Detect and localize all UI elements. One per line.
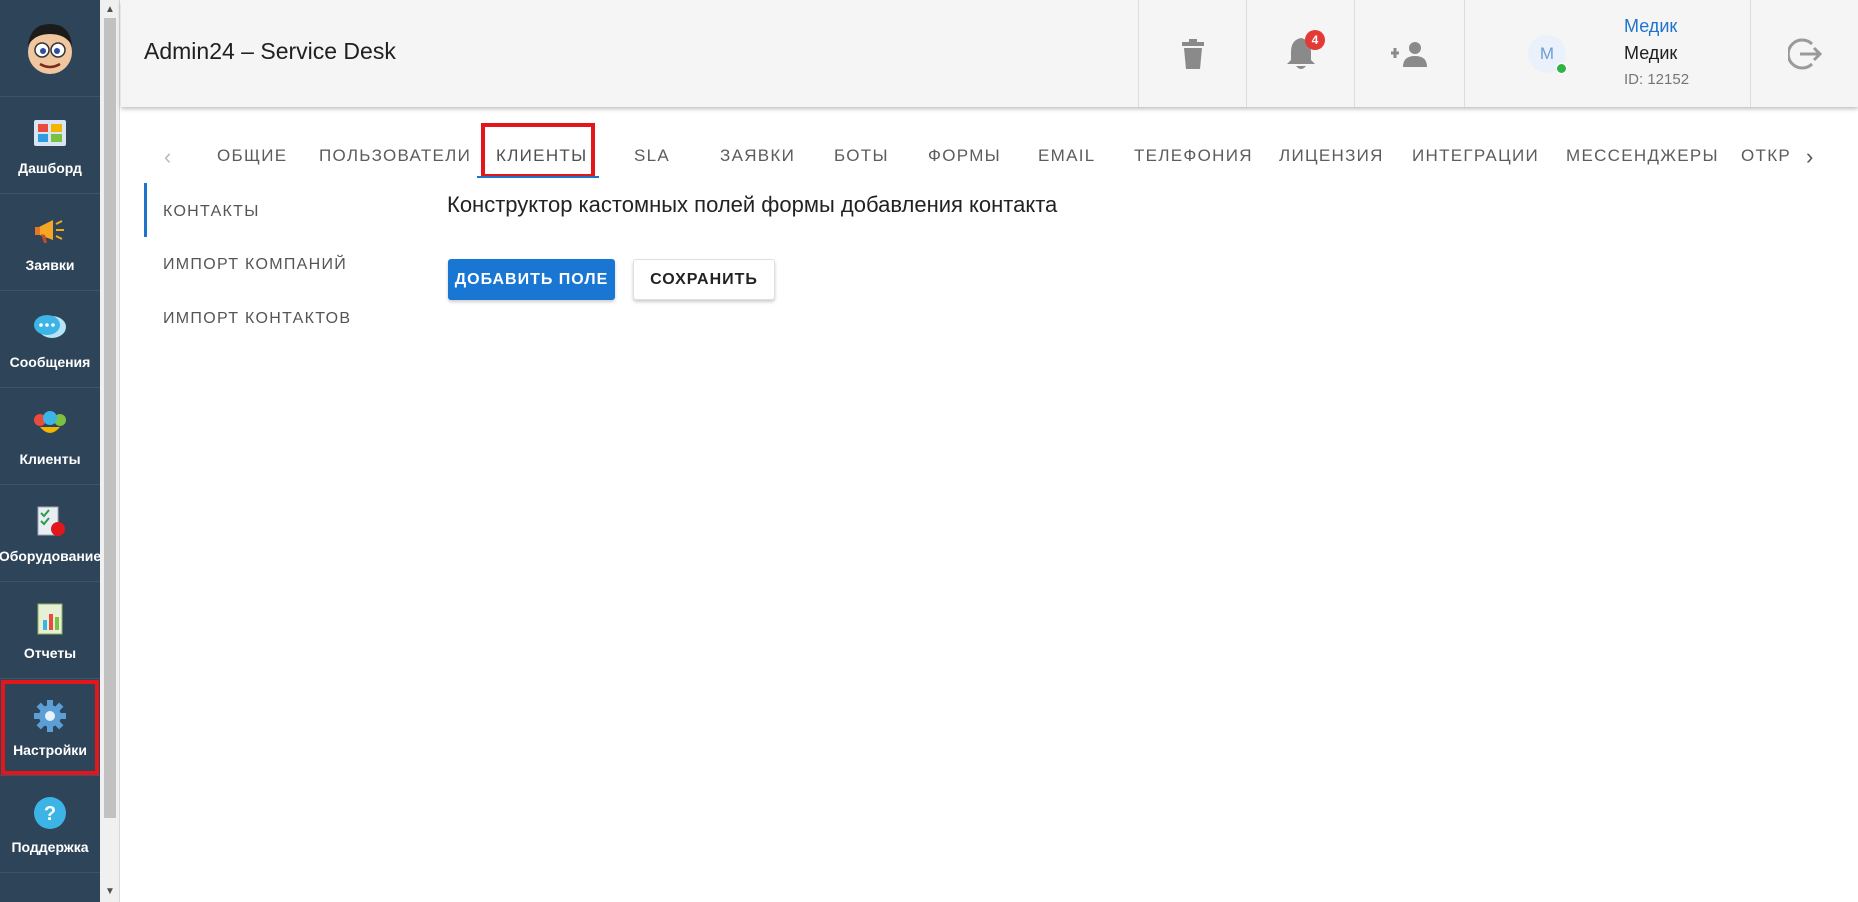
logout-icon <box>1788 38 1822 69</box>
tabs-scroll-right-icon[interactable]: › <box>1806 144 1813 170</box>
top-header: Admin24 – Service Desk 4 M Медик Медик I… <box>121 0 1858 107</box>
sidebar-item-clients[interactable]: Клиенты <box>0 388 100 485</box>
sidebar-item-support[interactable]: ? Поддержка <box>0 776 100 873</box>
gear-icon <box>30 696 70 736</box>
tab-requests[interactable]: ЗАЯВКИ <box>720 140 795 172</box>
cartoon-face-icon <box>28 24 72 74</box>
clients-icon <box>30 405 70 445</box>
scroll-down-icon[interactable]: ▼ <box>100 884 120 900</box>
scroll-up-icon[interactable]: ▲ <box>100 2 120 18</box>
reports-icon <box>30 599 70 639</box>
subnav-active-indicator <box>144 183 147 237</box>
app-title: Admin24 – Service Desk <box>144 38 396 64</box>
subnav-item-import-contacts[interactable]: ИМПОРТ КОНТАКТОВ <box>163 310 351 328</box>
dashboard-icon <box>30 114 70 154</box>
user-profile[interactable]: M Медик Медик ID: 12152 <box>1464 0 1751 107</box>
tab-messengers[interactable]: МЕССЕНДЖЕРЫ <box>1566 140 1719 172</box>
subnav-item-contacts[interactable]: КОНТАКТЫ <box>163 203 260 221</box>
tab-users[interactable]: ПОЛЬЗОВАТЕЛИ <box>319 140 471 172</box>
online-status-indicator <box>1556 63 1567 74</box>
add-user-button[interactable] <box>1354 0 1465 107</box>
trash-icon <box>1182 38 1204 69</box>
tab-forms[interactable]: ФОРМЫ <box>928 140 1001 172</box>
equipment-icon <box>30 502 70 542</box>
sidebar-item-messages[interactable]: Сообщения <box>0 291 100 388</box>
trash-button[interactable] <box>1138 0 1247 107</box>
sidebar: Дашборд Заявки Сообщения Клиенты Оборудо… <box>0 0 102 902</box>
subnav-item-import-companies[interactable]: ИМПОРТ КОМПАНИЙ <box>163 256 347 274</box>
user-name: Медик <box>1624 43 1678 63</box>
sidebar-item-label: Настройки <box>13 742 87 758</box>
tab-more[interactable]: ОТКР <box>1741 140 1791 172</box>
tab-sla[interactable]: SLA <box>634 140 670 172</box>
active-tab-indicator <box>477 176 599 178</box>
sidebar-item-label: Поддержка <box>11 839 89 855</box>
sidebar-item-label: Сообщения <box>9 354 91 370</box>
tab-telephony[interactable]: ТЕЛЕФОНИЯ <box>1134 140 1253 172</box>
sidebar-item-settings[interactable]: Настройки <box>0 679 100 776</box>
tabs-scroll-left-icon[interactable]: ‹ <box>164 144 171 170</box>
sidebar-item-label: Дашборд <box>18 160 82 176</box>
sidebar-item-label: Оборудование <box>0 548 102 564</box>
add-field-button[interactable]: ДОБАВИТЬ ПОЛЕ <box>448 259 615 300</box>
tab-highlight-frame <box>481 123 595 178</box>
sidebar-item-label: Отчеты <box>23 645 77 661</box>
sidebar-scrollbar[interactable]: ▲ ▼ <box>100 0 120 902</box>
notification-badge: 4 <box>1305 30 1325 50</box>
sidebar-item-equipment[interactable]: Оборудование <box>0 485 102 582</box>
sidebar-item-dashboard[interactable]: Дашборд <box>0 97 100 194</box>
tab-bots[interactable]: БОТЫ <box>834 140 889 172</box>
page-title: Конструктор кастомных полей формы добавл… <box>447 192 1058 217</box>
sidebar-item-label: Заявки <box>25 257 75 273</box>
megaphone-icon <box>30 211 70 251</box>
save-button[interactable]: СОХРАНИТЬ <box>633 259 775 300</box>
tab-integrations[interactable]: ИНТЕГРАЦИИ <box>1412 140 1539 172</box>
user-profile-link[interactable]: Медик <box>1624 16 1677 37</box>
chat-bubbles-icon <box>30 308 70 348</box>
user-id: ID: 12152 <box>1624 71 1690 88</box>
settings-tabs: ‹ ОБЩИЕ ПОЛЬЗОВАТЕЛИ КЛИЕНТЫ SLA ЗАЯВКИ … <box>121 130 1858 182</box>
tab-license[interactable]: ЛИЦЕНЗИЯ <box>1279 140 1384 172</box>
logo-avatar[interactable] <box>0 0 100 97</box>
notifications-button[interactable]: 4 <box>1246 0 1355 107</box>
tab-email[interactable]: EMAIL <box>1038 140 1096 172</box>
scrollbar-thumb[interactable] <box>104 18 116 818</box>
add-user-icon <box>1391 41 1427 67</box>
sidebar-item-requests[interactable]: Заявки <box>0 194 100 291</box>
svg-text:?: ? <box>44 803 56 825</box>
sidebar-item-reports[interactable]: Отчеты <box>0 582 100 679</box>
tab-general[interactable]: ОБЩИЕ <box>217 140 287 172</box>
logout-button[interactable] <box>1750 0 1858 107</box>
sidebar-item-label: Клиенты <box>19 451 81 467</box>
help-icon: ? <box>30 793 70 833</box>
